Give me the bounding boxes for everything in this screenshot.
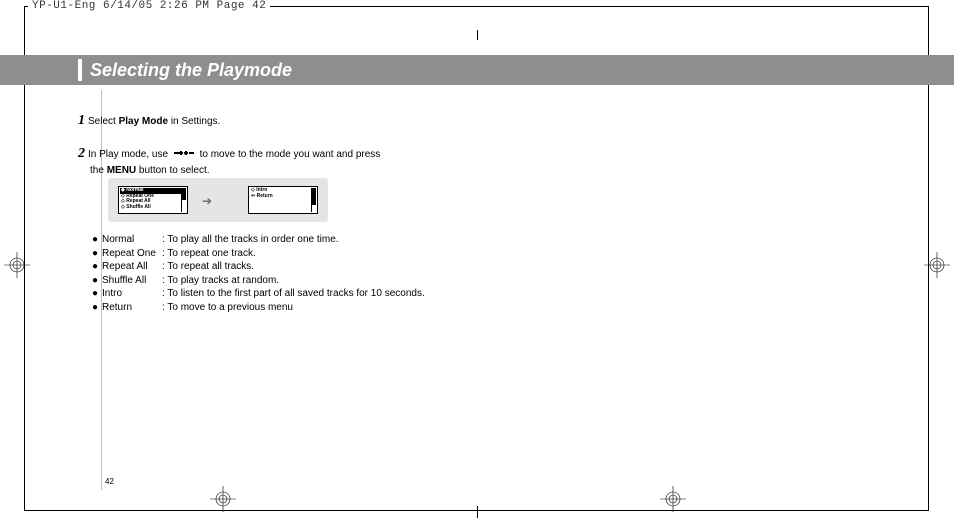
registration-mark-icon: [4, 252, 30, 278]
lcd-scrollbar: [311, 188, 316, 212]
bullet-icon: ●: [92, 260, 102, 274]
print-job-header: YP-U1-Eng 6/14/05 2:26 PM Page 42: [28, 0, 270, 14]
registration-mark-icon: [924, 252, 950, 278]
mode-name: Return: [102, 301, 162, 315]
title-accent: [78, 59, 82, 81]
bullet-icon: ●: [92, 274, 102, 288]
nav-control-icon: [174, 148, 194, 162]
mode-desc: : To play tracks at random.: [162, 274, 532, 288]
registration-mark-icon: [660, 486, 686, 512]
page-title: Selecting the Playmode: [90, 60, 292, 81]
list-item: ● Shuffle All : To play tracks at random…: [92, 274, 532, 288]
step-keyword: MENU: [107, 165, 136, 176]
mode-name: Shuffle All: [102, 274, 162, 288]
lcd-screen-1: ◆ Normal ◇ Repeat One ◇ Repeat All ◇ Shu…: [118, 186, 188, 214]
list-item: ● Return : To move to a previous menu: [92, 301, 532, 315]
lcd-scrollbar: [181, 188, 186, 212]
bullet-icon: ●: [92, 247, 102, 261]
step-number: 2: [78, 146, 88, 161]
arrow-right-icon: ➔: [202, 194, 212, 208]
mode-desc: : To move to a previous menu: [162, 301, 532, 315]
mode-desc: : To repeat one track.: [162, 247, 532, 261]
mode-description-list: ● Normal : To play all the tracks in ord…: [92, 233, 532, 314]
lcd-row: ◇ Shuffle All: [120, 205, 186, 211]
bullet-icon: ●: [92, 301, 102, 315]
mode-name: Repeat All: [102, 260, 162, 274]
bullet-icon: ●: [92, 233, 102, 247]
step-text: Select: [88, 116, 119, 127]
mode-name: Repeat One: [102, 247, 162, 261]
lcd-screen-2: ◇ Intro ⇦ Return: [248, 186, 318, 214]
list-item: ● Repeat One : To repeat one track.: [92, 247, 532, 261]
bullet-icon: ●: [92, 287, 102, 301]
crop-tick-top: [477, 30, 478, 40]
list-item: ● Normal : To play all the tracks in ord…: [92, 233, 532, 247]
step-text: In Play mode, use: [88, 149, 171, 160]
step-number: 1: [78, 113, 88, 128]
registration-mark-icon: [210, 486, 236, 512]
mode-name: Normal: [102, 233, 162, 247]
device-screen-illustration: ◆ Normal ◇ Repeat One ◇ Repeat All ◇ Shu…: [108, 178, 328, 222]
step-2: 2In Play mode, use to move to the mode y…: [78, 145, 488, 177]
list-item: ● Repeat All : To repeat all tracks.: [92, 260, 532, 274]
step-text: to move to the mode you want and press: [200, 149, 381, 160]
list-item: ● Intro : To listen to the first part of…: [92, 287, 532, 301]
lcd-row: ⇦ Return: [250, 194, 316, 200]
mode-desc: : To repeat all tracks.: [162, 260, 532, 274]
step-text: the: [90, 165, 107, 176]
title-bar: Selecting the Playmode: [0, 55, 954, 85]
step-keyword: Play Mode: [119, 116, 168, 127]
step-text: button to select.: [136, 165, 209, 176]
page-number: 42: [105, 477, 114, 486]
crop-tick-bottom: [477, 506, 478, 518]
mode-desc: : To play all the tracks in order one ti…: [162, 233, 532, 247]
mode-name: Intro: [102, 287, 162, 301]
step-text: in Settings.: [168, 116, 220, 127]
mode-desc: : To listen to the first part of all sav…: [162, 287, 532, 301]
step-1: 1Select Play Mode in Settings.: [78, 112, 488, 131]
